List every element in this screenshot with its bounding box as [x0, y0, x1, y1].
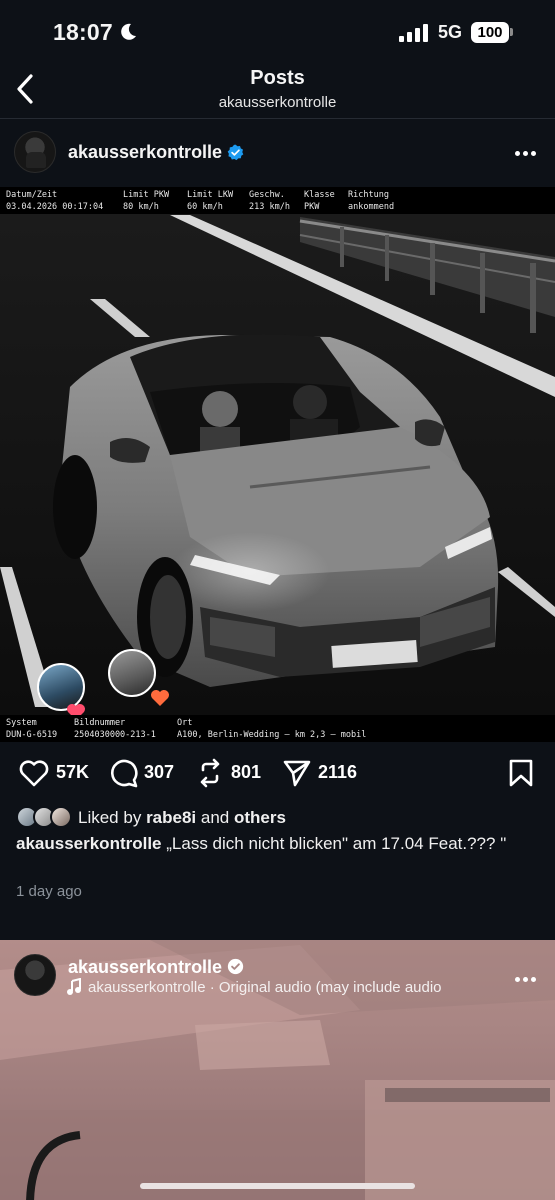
- radar-label-limit-lkw: Limit LKW: [187, 190, 234, 200]
- network-type: 5G: [438, 22, 463, 42]
- radar-label-limit-pkw: Limit PKW: [123, 190, 170, 200]
- status-bar: 18:07 5G 100: [0, 0, 555, 66]
- radar-value-speed: 213 km/h: [249, 202, 290, 212]
- moon-icon: [121, 23, 136, 40]
- radar-label-class: Klasse: [304, 190, 335, 200]
- heart-icon: [19, 760, 49, 787]
- like-button[interactable]: 57K: [18, 758, 98, 788]
- tagged-user-bubble[interactable]: [108, 649, 156, 697]
- comment-bubble-icon: [111, 759, 138, 788]
- caption-username[interactable]: akausserkontrolle: [16, 834, 162, 853]
- radar-label-location: Ort: [177, 718, 193, 728]
- radar-value-class: PKW: [304, 202, 320, 212]
- radar-label-speed: Geschw.: [249, 190, 285, 200]
- radar-label-direction: Richtung: [348, 190, 389, 200]
- radar-value-limit-pkw: 80 km/h: [123, 202, 159, 212]
- home-indicator: [140, 1183, 415, 1189]
- verified-badge-icon: [227, 144, 244, 161]
- next-post-username[interactable]: akausserkontrolle: [68, 957, 222, 978]
- repost-icon: [200, 758, 220, 788]
- radar-value-direction: ankommend: [348, 202, 395, 212]
- post-timestamp: 1 day ago: [16, 883, 82, 900]
- nav-header: Posts akausserkontrolle: [0, 60, 555, 118]
- radar-bottom-bar: System Bildnummer Ort DUN-G-6519 2504030…: [0, 715, 555, 742]
- radar-label-system: System: [6, 718, 37, 728]
- more-dots-icon[interactable]: [512, 144, 540, 162]
- status-time: 18:07: [53, 19, 113, 45]
- post-username[interactable]: akausserkontrolle: [68, 142, 222, 163]
- likes-count: 57K: [56, 762, 90, 782]
- liked-by-row[interactable]: Liked by rabe8i and others: [0, 804, 555, 834]
- liked-by-others[interactable]: others: [234, 808, 286, 827]
- radar-top-bar: Datum/Zeit Limit PKW Limit LKW Geschw. K…: [0, 187, 555, 214]
- radar-value-image-number: 2504030000-213-1: [74, 730, 156, 740]
- avatar[interactable]: [14, 954, 56, 996]
- post-caption: akausserkontrolle „Lass dich nicht blick…: [16, 834, 541, 854]
- radar-value-system: DUN-G-6519: [6, 730, 58, 740]
- signal-icon: [399, 24, 429, 42]
- repost-button[interactable]: 801: [195, 758, 275, 788]
- radar-value-limit-lkw: 60 km/h: [187, 202, 223, 212]
- battery-icon: 100: [471, 22, 509, 43]
- radar-label-image-number: Bildnummer: [74, 718, 126, 728]
- liked-by-user[interactable]: rabe8i: [146, 808, 196, 827]
- heart-badge-icon: [151, 690, 169, 706]
- reposts-count: 801: [231, 762, 262, 782]
- post-header: akausserkontrolle: [0, 119, 555, 187]
- music-note-icon: [67, 978, 81, 995]
- page-title: Posts: [250, 67, 305, 89]
- send-icon: [283, 760, 311, 787]
- verified-badge-icon: [227, 958, 244, 975]
- next-post-audio[interactable]: akausserkontrolle · Original audio (may …: [88, 979, 442, 996]
- caption-text: „Lass dich nicht blicken" am 17.04 Feat.…: [166, 834, 507, 853]
- post-actions: 57K 307 801 2116: [0, 742, 555, 804]
- next-post[interactable]: akausserkontrolle akausserkontrolle · Or…: [0, 940, 555, 1200]
- more-dots-icon[interactable]: [512, 970, 540, 988]
- car-photo-illustration: [0, 187, 555, 742]
- page-subtitle: akausserkontrolle: [218, 94, 337, 111]
- radar-value-date: 03.04.2026 00:17:04: [6, 202, 104, 212]
- liked-by-and: and: [200, 808, 230, 827]
- liked-by-text: Liked by rabe8i and others: [78, 808, 286, 828]
- share-button[interactable]: 2116: [282, 758, 372, 788]
- radar-label-date: Datum/Zeit: [6, 190, 58, 200]
- comment-button[interactable]: 307: [108, 758, 188, 788]
- bookmark-icon[interactable]: [508, 758, 534, 788]
- comments-count: 307: [144, 762, 175, 782]
- shares-count: 2116: [318, 762, 358, 782]
- post-photo[interactable]: Datum/Zeit Limit PKW Limit LKW Geschw. K…: [0, 187, 555, 742]
- liked-by-prefix: Liked by: [78, 808, 142, 827]
- liker-avatar: [50, 806, 72, 828]
- avatar[interactable]: [14, 131, 56, 173]
- radar-value-location: A100, Berlin-Wedding — km 2,3 — mobil: [177, 730, 367, 740]
- battery-tip: [510, 28, 513, 36]
